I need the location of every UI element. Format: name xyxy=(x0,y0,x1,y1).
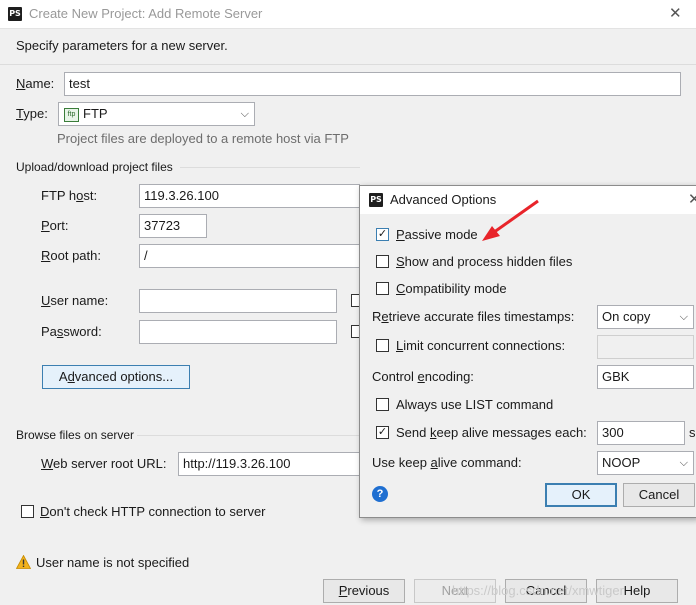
dont-check-http-checkbox[interactable] xyxy=(21,505,34,518)
type-value: FTP xyxy=(83,106,108,121)
limit-connections-checkbox[interactable] xyxy=(376,339,389,352)
timestamps-value: On copy xyxy=(602,309,651,324)
keep-alive-label: Send keep alive messages each: xyxy=(396,425,587,440)
limit-connections-input[interactable] xyxy=(597,335,694,359)
password-input[interactable] xyxy=(139,320,337,344)
annotation-arrow-icon xyxy=(482,199,539,241)
port-input[interactable]: 37723 xyxy=(139,214,207,238)
section-divider xyxy=(180,167,360,168)
keep-alive-unit: s xyxy=(689,425,696,440)
root-path-input[interactable]: / xyxy=(139,244,360,268)
chevron-down-icon: ⌵ xyxy=(240,108,249,120)
chevron-down-icon: ⌵ xyxy=(679,311,688,323)
ftp-icon: ftp xyxy=(64,108,79,122)
compatibility-label: Compatibility mode xyxy=(396,281,507,296)
ok-button[interactable]: OK xyxy=(545,483,617,507)
user-name-input[interactable] xyxy=(139,289,337,313)
window-title: Create New Project: Add Remote Server xyxy=(29,6,263,21)
close-icon[interactable]: ✕ xyxy=(669,4,682,22)
previous-button[interactable]: Previous xyxy=(323,579,405,603)
name-label: Name: xyxy=(16,76,55,91)
web-root-input[interactable]: http://119.3.26.100 xyxy=(178,452,360,476)
chevron-down-icon: ⌵ xyxy=(679,457,688,469)
type-hint: Project files are deployed to a remote h… xyxy=(57,131,349,146)
timestamps-label: Retrieve accurate files timestamps: xyxy=(372,309,575,324)
show-hidden-checkbox[interactable] xyxy=(376,255,389,268)
web-root-label: Web server root URL: xyxy=(41,456,167,471)
ftp-host-input[interactable]: 119.3.26.100 xyxy=(139,184,360,208)
warning-text: User name is not specified xyxy=(36,555,190,570)
intro-text: Specify parameters for a new server. xyxy=(16,38,228,53)
list-command-checkbox[interactable] xyxy=(376,398,389,411)
phpstorm-logo-icon: PS xyxy=(8,7,22,21)
upload-section-title: Upload/download project files xyxy=(16,160,173,174)
encoding-label: Control encoding: xyxy=(372,369,474,384)
show-hidden-label: Show and process hidden files xyxy=(396,254,573,269)
close-icon[interactable]: ✕ xyxy=(688,190,696,208)
keep-alive-input[interactable]: 300 xyxy=(597,421,685,445)
passive-mode-label: Passive mode xyxy=(396,227,478,242)
keep-alive-command-label: Use keep alive command: xyxy=(372,455,522,470)
main-title-bar: PS Create New Project: Add Remote Server… xyxy=(0,0,696,29)
help-icon[interactable]: ? xyxy=(372,486,388,502)
compatibility-checkbox[interactable] xyxy=(376,282,389,295)
phpstorm-logo-icon: PS xyxy=(369,193,383,207)
divider xyxy=(0,64,696,65)
advanced-options-button[interactable]: Advanced options... xyxy=(42,365,190,389)
passive-mode-checkbox[interactable]: ✓ xyxy=(376,228,389,241)
type-label: Type: xyxy=(16,106,48,121)
keep-alive-command-select[interactable]: NOOP ⌵ xyxy=(597,451,694,475)
watermark: https://blog.csdn.net/xmwtiger xyxy=(452,583,624,598)
password-label: Password: xyxy=(41,324,102,339)
advanced-cancel-button[interactable]: Cancel xyxy=(623,483,695,507)
user-name-label: User name: xyxy=(41,293,109,308)
list-command-label: Always use LIST command xyxy=(396,397,554,412)
limit-connections-label: Limit concurrent connections: xyxy=(396,338,566,353)
name-input[interactable]: test xyxy=(64,72,681,96)
browse-section-title: Browse files on server xyxy=(16,428,135,442)
type-select[interactable]: ftp FTP ⌵ xyxy=(58,102,255,126)
dont-check-http-label: Don't check HTTP connection to server xyxy=(40,504,266,519)
keep-alive-checkbox[interactable]: ✓ xyxy=(376,426,389,439)
encoding-input[interactable]: GBK xyxy=(597,365,694,389)
root-path-label: Root path: xyxy=(41,248,101,263)
port-label: Port: xyxy=(41,218,69,233)
timestamps-select[interactable]: On copy ⌵ xyxy=(597,305,694,329)
section-divider xyxy=(137,435,360,436)
advanced-options-dialog: PS Advanced Options ✕ ✓ Passive mode Sho… xyxy=(359,185,696,518)
keep-alive-command-value: NOOP xyxy=(602,455,641,470)
warning-icon xyxy=(16,555,31,569)
ftp-host-label: FTP host: xyxy=(41,188,98,203)
